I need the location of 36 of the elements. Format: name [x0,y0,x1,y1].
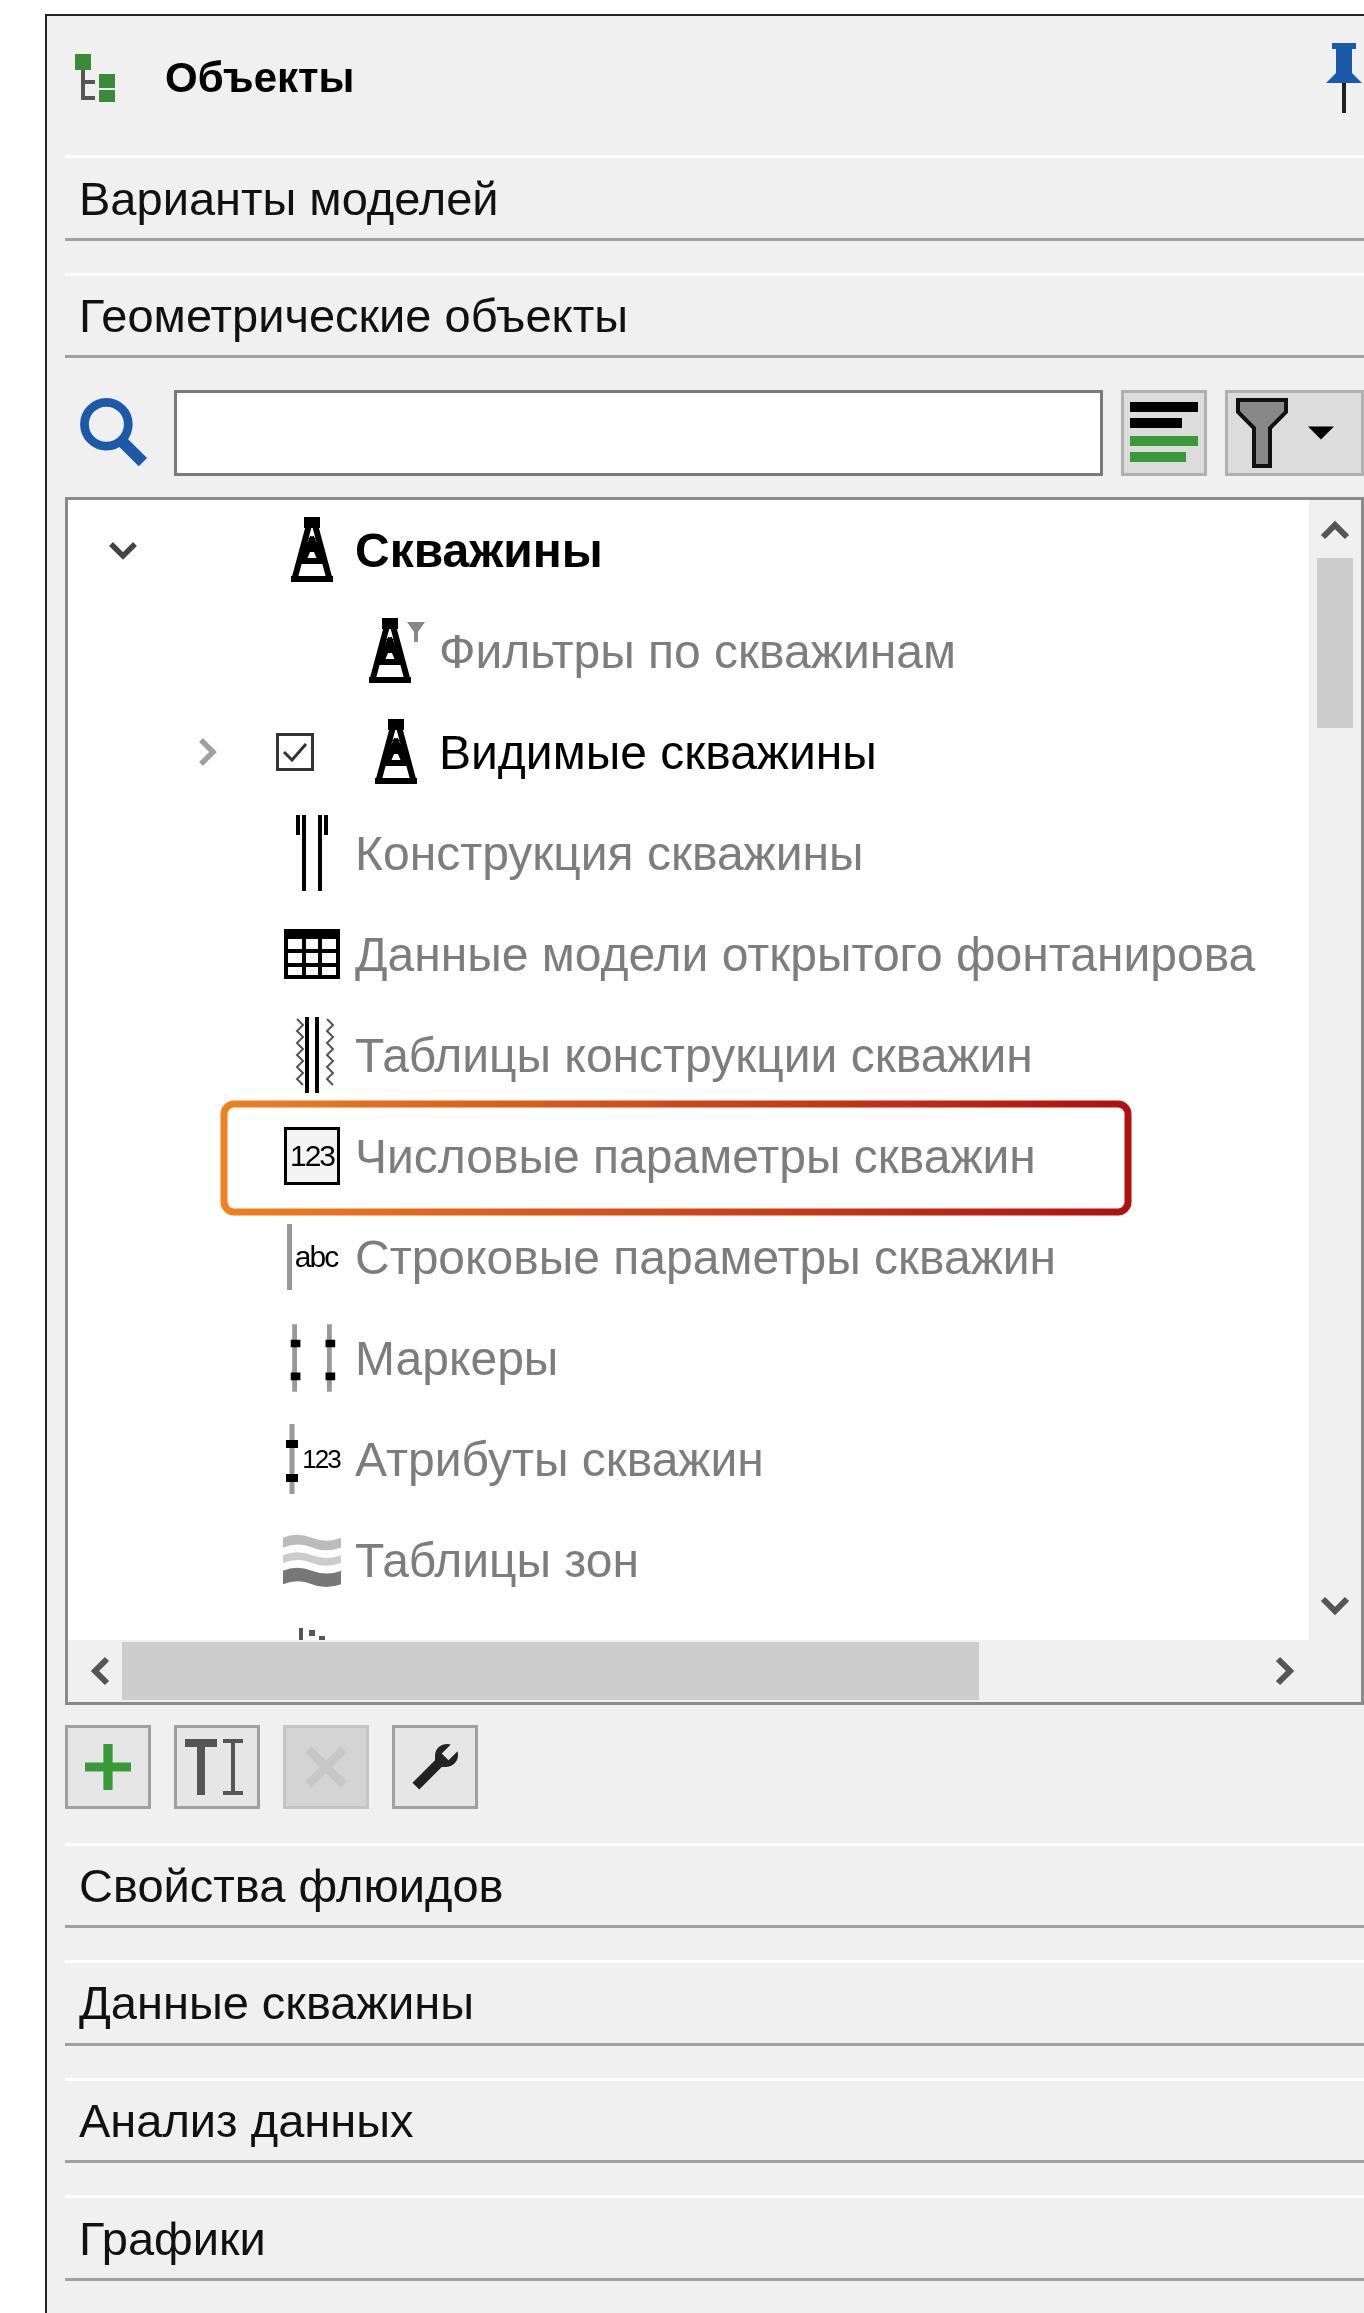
panel-title: Объекты [165,53,356,102]
section-header[interactable]: Свойства флюидов [65,1842,1364,1929]
section-header[interactable]: Варианты моделей [65,155,1364,241]
plus-icon [85,1743,131,1790]
section-header[interactable]: Геометрические объекты [65,272,1364,359]
section-title: Геометрические объекты [78,288,628,344]
section-title: Анализ данных [78,2093,414,2149]
sort-button[interactable] [1120,390,1208,477]
settings-button[interactable] [392,1724,478,1809]
dropdown-arrow-icon [1308,426,1335,441]
checkbox[interactable] [276,733,314,771]
scrollbar-thumb[interactable] [1317,557,1353,728]
section-header[interactable]: Данные скважины [65,1960,1364,2046]
section-title: Свойства флюидов [78,1857,504,1913]
section-title: Графики [78,2210,266,2266]
checkmark-icon [282,742,308,762]
table-icon [284,929,340,979]
section-header[interactable]: Графики [65,2195,1364,2281]
derrick-icon [289,517,335,583]
section-title: Данные скважины [78,1975,474,2031]
section-header[interactable]: Анализ данных [65,2077,1364,2164]
rename-button[interactable] [174,1724,260,1809]
add-button[interactable] [65,1724,151,1809]
derrick-icon [373,719,419,785]
scrollbar-thumb[interactable] [122,1641,979,1700]
lines-icon [1129,402,1198,465]
derrick-filter-icon [367,618,425,684]
dots-icon [299,1628,325,1640]
filter-icon [1236,398,1289,469]
section-title: Варианты моделей [78,170,499,226]
tree-item[interactable]: Видимые скважины [439,724,877,780]
pin-icon[interactable] [1324,42,1364,113]
tree-item[interactable]: Скважины [355,522,603,578]
filter-dropdown[interactable] [1225,390,1364,477]
search-field[interactable] [174,390,1103,477]
number-box-icon: 123 [284,1127,340,1185]
